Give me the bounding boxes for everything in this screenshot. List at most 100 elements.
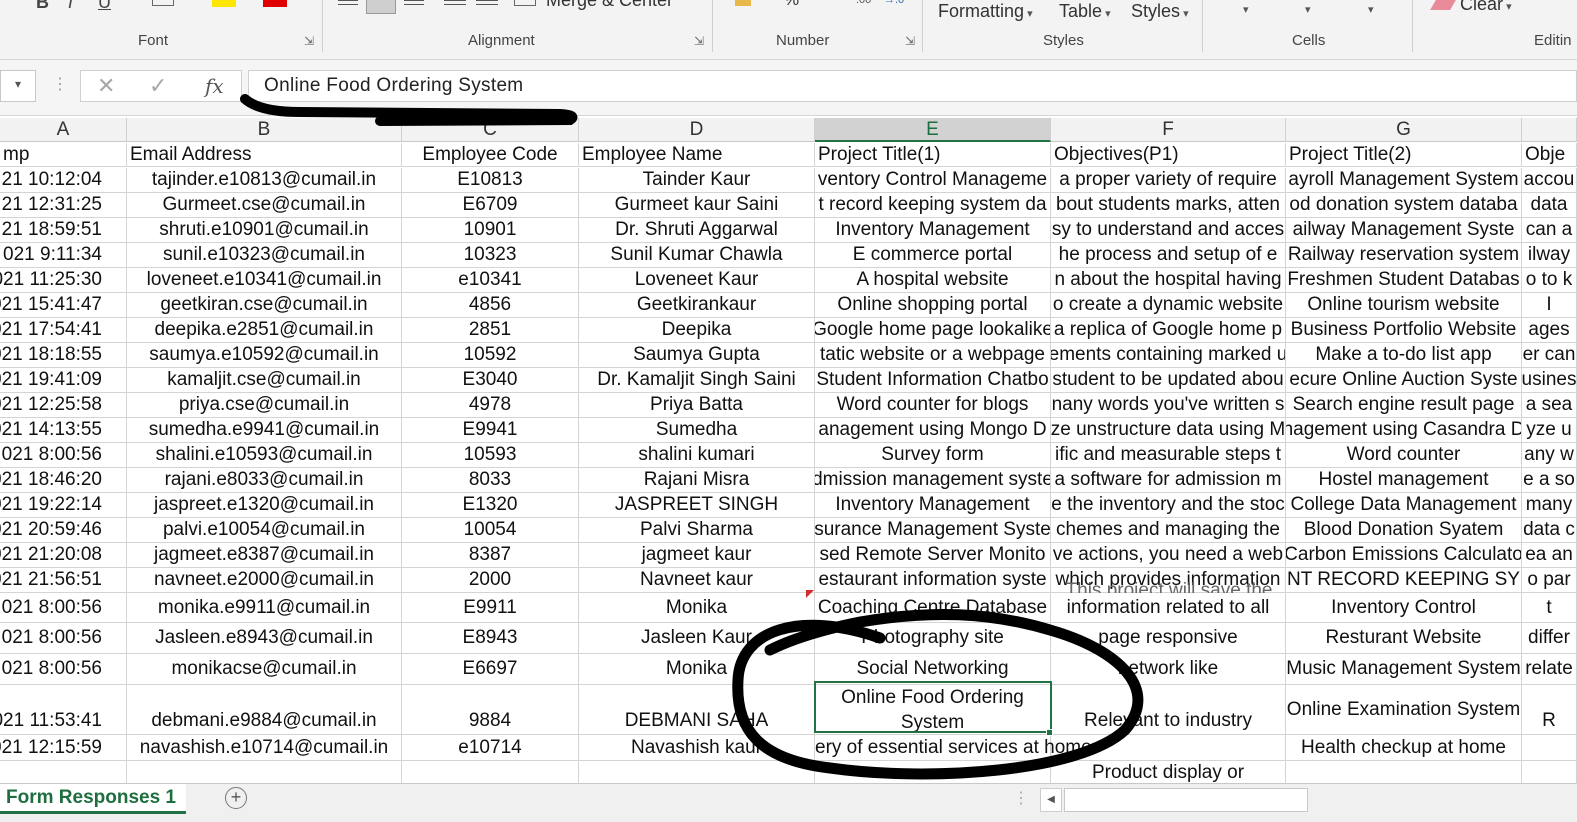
table-cell[interactable]: Monika — [579, 654, 815, 684]
table-cell[interactable]: many — [1522, 493, 1577, 517]
alignment-dialog-launcher-icon[interactable]: ⇲ — [694, 34, 704, 48]
table-cell[interactable]: 21 10:12:04 — [0, 168, 127, 192]
table-cell[interactable] — [815, 761, 1051, 783]
table-cell[interactable]: Inventory Control — [1286, 593, 1522, 622]
column-header-b[interactable]: B — [127, 118, 402, 142]
table-cell[interactable]: Gurmeet kaur Saini — [579, 193, 815, 217]
align-center-icon[interactable] — [366, 0, 396, 14]
table-cell[interactable]: Dr. Kamaljit Singh Saini — [579, 368, 815, 392]
table-cell[interactable]: E10813 — [402, 168, 579, 192]
add-sheet-icon[interactable]: + — [225, 787, 247, 809]
table-cell[interactable]: Rajani Misra — [579, 468, 815, 492]
table-cell[interactable]: Freshmen Student Databas — [1286, 268, 1522, 292]
formula-bar-grip-icon[interactable]: ⋮ — [52, 74, 68, 94]
table-cell[interactable]: E3040 — [402, 368, 579, 392]
table-cell[interactable]: ery of essential services at home — [815, 735, 1092, 760]
table-cell[interactable]: Hostel management — [1286, 468, 1522, 492]
table-cell[interactable]: Navneet kaur — [579, 568, 815, 592]
increase-decimal-icon[interactable]: .00 — [856, 0, 871, 6]
table-cell[interactable]: Product display or — [1051, 761, 1286, 783]
table-cell[interactable]: sy to understand and acces — [1051, 218, 1286, 242]
table-cell[interactable]: Music Management System — [1286, 654, 1522, 684]
table-cell[interactable]: E1320 — [402, 493, 579, 517]
table-cell[interactable]: 10901 — [402, 218, 579, 242]
table-cell[interactable]: Search engine result page — [1286, 393, 1522, 417]
table-cell[interactable]: nany words you've written s — [1051, 393, 1286, 417]
table-cell[interactable]: 021 19:41:09 — [0, 368, 127, 392]
table-cell[interactable]: navashish.e10714@cumail.in — [127, 735, 402, 760]
table-cell[interactable]: od donation system databa — [1286, 193, 1522, 217]
table-cell[interactable]: E6709 — [402, 193, 579, 217]
table-cell[interactable]: Online shopping portal — [815, 293, 1051, 317]
table-cell[interactable]: palvi.e10054@cumail.in — [127, 518, 402, 542]
table-cell[interactable]: e10341 — [402, 268, 579, 292]
align-left-icon[interactable] — [338, 0, 358, 5]
table-cell[interactable]: Dr. Shruti Aggarwal — [579, 218, 815, 242]
table-cell[interactable]: 021 9:11:34 — [0, 243, 127, 267]
table-cell[interactable]: shalini kumari — [579, 443, 815, 467]
insert-function-icon[interactable]: fx — [205, 74, 224, 98]
table-cell[interactable]: 2851 — [402, 318, 579, 342]
table-cell[interactable]: Student Information Chatbo — [815, 368, 1051, 392]
table-cell[interactable]: 8033 — [402, 468, 579, 492]
sheet-tab-form-responses[interactable]: Form Responses 1 — [0, 784, 186, 814]
table-cell[interactable]: o par — [1522, 568, 1577, 592]
table-cell[interactable]: kamaljit.cse@cumail.in — [127, 368, 402, 392]
table-cell[interactable]: t record keeping system da — [815, 193, 1051, 217]
table-cell[interactable]: information related to all — [1051, 593, 1286, 622]
table-cell[interactable]: Relevant to industry — [1051, 685, 1286, 734]
table-cell[interactable]: Online tourism website — [1286, 293, 1522, 317]
table-cell[interactable]: can a — [1522, 218, 1577, 242]
table-cell[interactable]: ements containing marked u — [1051, 343, 1286, 367]
table-cell[interactable]: usines — [1522, 368, 1577, 392]
table-cell[interactable]: er can — [1522, 343, 1577, 367]
table-cell[interactable]: monikacse@cumail.in — [127, 654, 402, 684]
table-cell[interactable]: Coaching Centre Database — [815, 593, 1051, 622]
header-cell[interactable]: Employee Code — [402, 143, 579, 166]
name-box[interactable]: ▾ — [0, 70, 36, 102]
table-cell[interactable]: Inventory Management — [815, 218, 1051, 242]
table-cell[interactable]: ilway — [1522, 243, 1577, 267]
header-cell[interactable]: Obje — [1522, 143, 1577, 166]
table-cell[interactable]: saumya.e10592@cumail.in — [127, 343, 402, 367]
merge-center-button[interactable]: Merge & Center — [546, 0, 673, 11]
table-cell[interactable]: Monika — [579, 593, 815, 622]
table-cell[interactable]: 9884 — [402, 685, 579, 734]
table-cell[interactable]: NT RECORD KEEPING SY — [1286, 568, 1522, 592]
table-cell[interactable]: Social Networking — [815, 654, 1051, 684]
merge-center-icon[interactable] — [514, 0, 536, 6]
column-header-c[interactable]: C — [402, 118, 579, 142]
table-cell[interactable]: I — [1522, 293, 1577, 317]
table-cell[interactable]: 021 8:00:56 — [0, 593, 127, 622]
table-cell[interactable]: a proper variety of require — [1051, 168, 1286, 192]
clear-button[interactable]: Clear — [1460, 0, 1512, 15]
table-cell[interactable]: jaspreet.e1320@cumail.in — [127, 493, 402, 517]
font-dialog-launcher-icon[interactable]: ⇲ — [304, 34, 314, 48]
format-as-table-button[interactable]: Table — [1059, 1, 1111, 22]
table-cell[interactable]: 021 8:00:56 — [0, 443, 127, 467]
table-cell[interactable]: navneet.e2000@cumail.in — [127, 568, 402, 592]
table-cell[interactable]: chemes and managing the — [1051, 518, 1286, 542]
table-cell[interactable]: Word counter — [1286, 443, 1522, 467]
table-cell[interactable]: 021 21:56:51 — [0, 568, 127, 592]
table-cell[interactable]: Health checkup at home — [1286, 735, 1522, 760]
table-cell[interactable]: 10592 — [402, 343, 579, 367]
table-cell[interactable]: Word counter for blogs — [815, 393, 1051, 417]
table-cell[interactable]: College Data Management — [1286, 493, 1522, 517]
table-cell[interactable]: 10054 — [402, 518, 579, 542]
table-cell[interactable]: 021 17:54:41 — [0, 318, 127, 342]
scroll-left-icon[interactable]: ◀ — [1040, 788, 1062, 812]
table-cell[interactable]: ve actions, you need a web — [1051, 543, 1286, 567]
table-cell[interactable]: Sunil Kumar Chawla — [579, 243, 815, 267]
table-cell[interactable]: 021 15:41:47 — [0, 293, 127, 317]
table-cell[interactable]: priya.cse@cumail.in — [127, 393, 402, 417]
table-cell[interactable]: Jasleen.e8943@cumail.in — [127, 623, 402, 653]
header-cell[interactable]: mp — [0, 143, 127, 166]
table-cell[interactable]: n about the hospital having — [1051, 268, 1286, 292]
align-right-icon[interactable] — [404, 0, 424, 5]
table-cell[interactable] — [1522, 735, 1577, 760]
tab-splitter-icon[interactable]: ⋮ — [1013, 788, 1029, 808]
table-cell[interactable]: bout students marks, atten — [1051, 193, 1286, 217]
table-cell[interactable]: ailway Management Syste — [1286, 218, 1522, 242]
table-cell[interactable]: Palvi Sharma — [579, 518, 815, 542]
